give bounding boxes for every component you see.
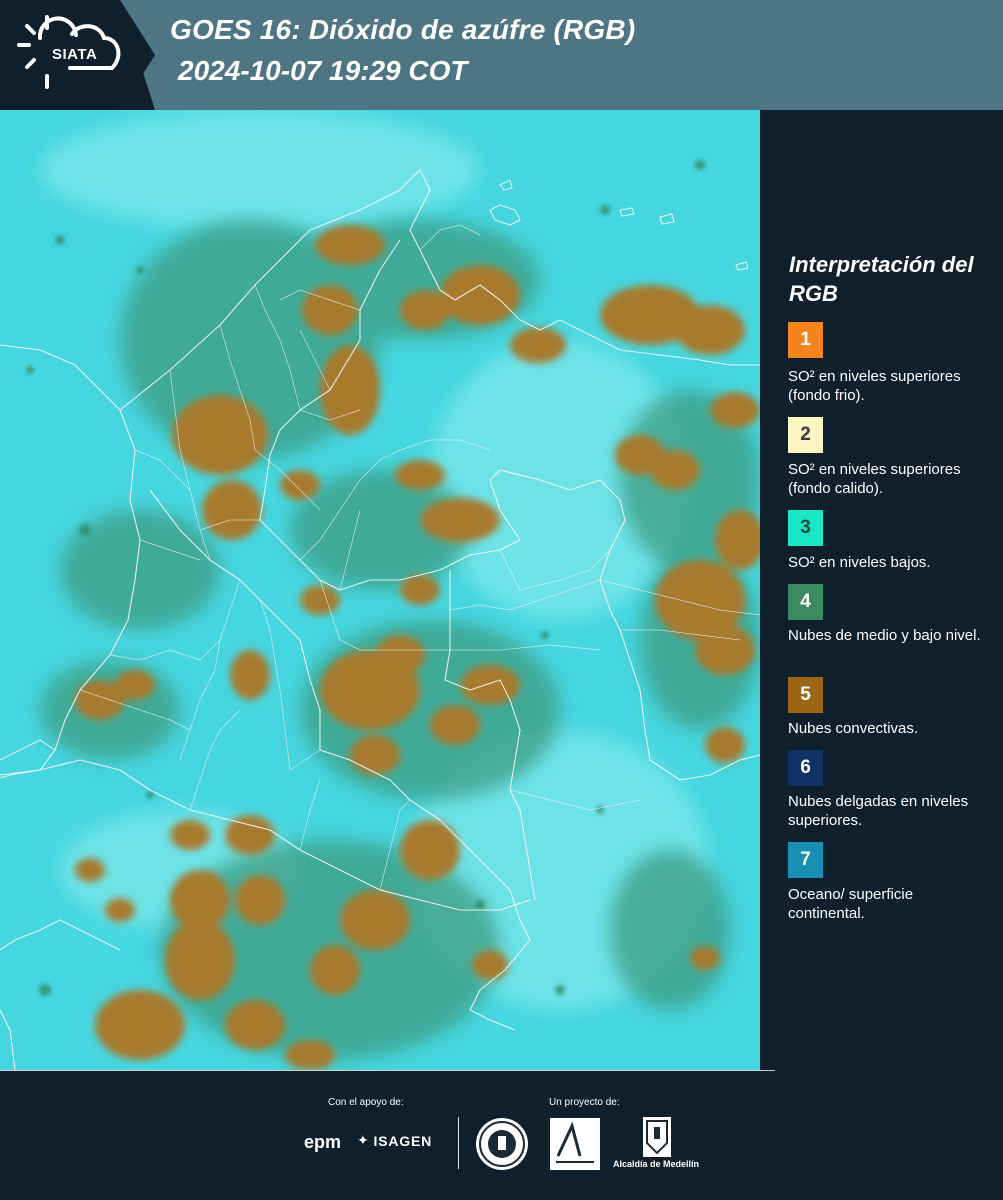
- area-metropolitana-logo: [550, 1118, 600, 1170]
- legend-swatch-7: 7: [788, 842, 823, 878]
- siata-logo: SIATA: [0, 0, 155, 110]
- footer: Con el apoyo de: Un proyecto de: epm ✦ I…: [0, 1070, 1003, 1200]
- legend-swatch-6: 6: [788, 750, 823, 786]
- medellin-seal-logo: [476, 1118, 528, 1170]
- legend-label-3: SO² en niveles bajos.: [788, 554, 931, 571]
- legend-title: Interpretación del RGB: [789, 252, 974, 306]
- isagen-text: ISAGEN: [373, 1132, 433, 1149]
- satellite-image: [0, 110, 760, 1070]
- legend-label-4: Nubes de medio y bajo nivel.: [788, 627, 981, 644]
- page-title: GOES 16: Dióxido de azúfre (RGB): [170, 14, 636, 45]
- logo-text: SIATA: [52, 46, 98, 63]
- footer-divider-line: [0, 1070, 775, 1071]
- satellite-map: [0, 110, 760, 1070]
- legend-label-7: Oceano/ superficie continental.: [788, 886, 914, 922]
- legend-swatch-3: 3: [788, 510, 823, 546]
- legend-label-2: SO² en niveles superiores (fondo calido)…: [788, 461, 961, 497]
- area-metropolitana-icon: [556, 1121, 594, 1163]
- footer-vertical-divider: [458, 1117, 459, 1169]
- seal-icon: [479, 1121, 525, 1167]
- alcaldia-medellin-logo: [643, 1117, 671, 1157]
- legend-swatch-5: 5: [788, 677, 823, 713]
- legend-swatch-2: 2: [788, 417, 823, 453]
- alcaldia-text: Alcaldía de Medellín: [613, 1159, 700, 1169]
- legend-label-6: Nubes delgadas en niveles superiores.: [788, 793, 969, 829]
- legend-swatch-1: 1: [788, 322, 823, 358]
- header: SIATA GOES 16: Dióxido de azúfre (RGB) 2…: [0, 0, 1003, 110]
- legend-swatch-4: 4: [788, 584, 823, 620]
- epm-logo: epm: [304, 1132, 342, 1152]
- isagen-logo: ✦ ISAGEN: [357, 1132, 432, 1149]
- alcaldia-shield-icon: [646, 1120, 668, 1155]
- page-timestamp: 2024-10-07 19:29 COT: [178, 55, 468, 86]
- isagen-mark-icon: ✦: [357, 1132, 370, 1148]
- legend-label-1: SO² en niveles superiores (fondo frio).: [788, 368, 961, 404]
- support-label: Con el apoyo de:: [328, 1097, 404, 1108]
- rgb-legend: Interpretación del RGB 1 SO² en niveles …: [760, 110, 1003, 1070]
- project-label: Un proyecto de:: [549, 1097, 620, 1108]
- legend-label-5: Nubes convectivas.: [788, 720, 919, 737]
